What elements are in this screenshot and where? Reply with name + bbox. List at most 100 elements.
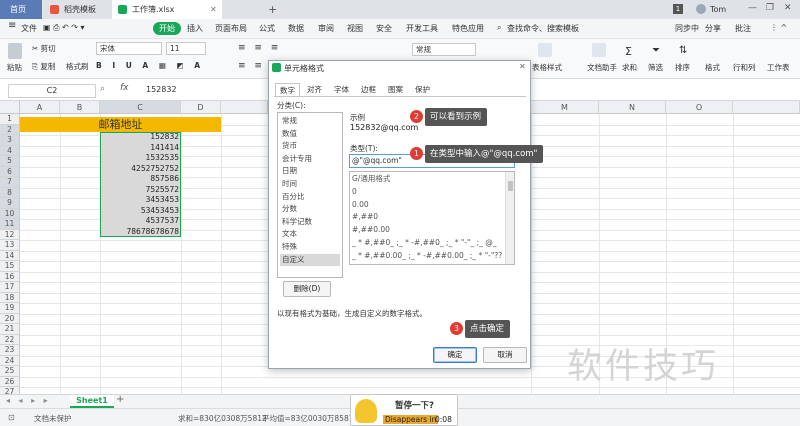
row-header[interactable]: 15 bbox=[0, 261, 20, 272]
menu-review[interactable]: 审阅 bbox=[318, 23, 334, 34]
undo-icons[interactable]: ▣ ⎙ ↶ ↷ ▾ bbox=[43, 23, 85, 33]
type-item[interactable]: _ * #,##0.00_ ;_ * -#,##0.00_ ;_ * "-"??… bbox=[352, 250, 502, 263]
row-header[interactable]: 3 bbox=[0, 135, 20, 146]
row-header[interactable]: 12 bbox=[0, 229, 20, 240]
col-header-d[interactable]: D bbox=[181, 101, 221, 114]
type-item[interactable]: G/通用格式 bbox=[352, 173, 502, 186]
row-header[interactable]: 25 bbox=[0, 366, 20, 377]
sort-button[interactable]: 排序 bbox=[675, 62, 690, 73]
align-buttons[interactable]: ≡ ≡ ≡ bbox=[238, 43, 281, 53]
row-header[interactable]: 8 bbox=[0, 187, 20, 198]
font-select[interactable]: 宋体 bbox=[96, 42, 162, 55]
table-cell[interactable]: 78678678678 bbox=[100, 227, 181, 238]
menu-page-layout[interactable]: 页面布局 bbox=[215, 23, 247, 34]
row-header[interactable]: 10 bbox=[0, 208, 20, 219]
row-header[interactable]: 4 bbox=[0, 145, 20, 156]
table-cell[interactable]: 152832 bbox=[100, 132, 181, 143]
category-item[interactable]: 特殊 bbox=[280, 241, 340, 253]
select-all-corner[interactable] bbox=[0, 101, 20, 114]
sheet-tab-sheet1[interactable]: Sheet1 bbox=[70, 395, 114, 408]
menu-developer[interactable]: 开发工具 bbox=[406, 23, 438, 34]
menu-view[interactable]: 视图 bbox=[347, 23, 363, 34]
category-item[interactable]: 日期 bbox=[280, 165, 340, 177]
category-item[interactable]: 常规 bbox=[280, 115, 340, 127]
type-item[interactable]: _ * #,##0_ ;_ * -#,##0_ ;_ * "-"_ ;_ @_ bbox=[352, 237, 502, 250]
row-header[interactable]: 11 bbox=[0, 219, 20, 230]
pause-popup[interactable]: 暂停一下? Disappears in 0:08 bbox=[350, 394, 458, 426]
table-style-icon[interactable] bbox=[538, 43, 552, 57]
sum-button[interactable]: 求和 bbox=[622, 62, 637, 73]
category-item[interactable]: 货币 bbox=[280, 140, 340, 152]
avatar[interactable] bbox=[696, 4, 706, 14]
row-header[interactable]: 26 bbox=[0, 376, 20, 387]
menu-special[interactable]: 特色应用 bbox=[452, 23, 484, 34]
category-item[interactable]: 时间 bbox=[280, 178, 340, 190]
menu-file[interactable]: 文件 bbox=[21, 23, 37, 34]
table-cell[interactable]: 857586 bbox=[100, 174, 181, 185]
row-header[interactable]: 14 bbox=[0, 250, 20, 261]
new-tab-button[interactable]: + bbox=[262, 0, 277, 19]
search-command[interactable]: 查找命令、搜索模板 bbox=[507, 23, 579, 34]
hamburger-icon[interactable]: ≡ bbox=[8, 20, 16, 31]
col-header-o[interactable]: O bbox=[666, 101, 733, 114]
row-header[interactable]: 22 bbox=[0, 334, 20, 345]
category-item[interactable]: 会计专用 bbox=[280, 153, 340, 165]
row-header[interactable]: 21 bbox=[0, 324, 20, 335]
tab-pattern[interactable]: 图案 bbox=[384, 83, 407, 96]
format-button[interactable]: 格式 bbox=[705, 62, 720, 73]
menu-data[interactable]: 数据 bbox=[288, 23, 304, 34]
paste-button[interactable]: 粘贴 bbox=[7, 62, 22, 73]
category-item[interactable]: 百分比 bbox=[280, 191, 340, 203]
name-box[interactable]: C2 bbox=[8, 84, 96, 98]
fx-icon[interactable]: fx bbox=[120, 83, 129, 93]
col-header-a[interactable]: A bbox=[20, 101, 60, 114]
tab-number[interactable]: 数字 bbox=[275, 83, 300, 96]
more-icon[interactable]: ⋮ ^ bbox=[770, 23, 787, 32]
col-header-m[interactable]: M bbox=[531, 101, 599, 114]
protect-status[interactable]: 文档未保护 bbox=[34, 413, 72, 424]
close-icon[interactable]: ✕ bbox=[210, 0, 217, 19]
col-header-e[interactable] bbox=[221, 101, 268, 114]
close-icon[interactable]: ✕ bbox=[519, 62, 526, 71]
col-header-b[interactable]: B bbox=[60, 101, 100, 114]
delete-button[interactable]: 删除(D) bbox=[283, 281, 331, 297]
close-window-icon[interactable]: ✕ bbox=[784, 3, 792, 13]
tab-border[interactable]: 边框 bbox=[357, 83, 380, 96]
add-sheet-button[interactable]: + bbox=[116, 394, 124, 405]
header-cell-email[interactable]: 邮箱地址 bbox=[20, 117, 221, 132]
number-format-select[interactable]: 常规 bbox=[412, 43, 476, 56]
category-item[interactable]: 自定义 bbox=[280, 253, 340, 266]
sync-status[interactable]: 同步中 bbox=[675, 23, 699, 34]
font-size-select[interactable]: 11 bbox=[166, 42, 206, 55]
rows-cols-button[interactable]: 行和列 bbox=[733, 62, 756, 73]
doc-helper-button[interactable]: 文档助手 bbox=[587, 62, 617, 73]
tab-home[interactable]: 首页 bbox=[0, 0, 42, 19]
menu-formula[interactable]: 公式 bbox=[259, 23, 275, 34]
zoom-icon[interactable]: ⌕ bbox=[100, 84, 105, 94]
row-header[interactable]: 18 bbox=[0, 292, 20, 303]
row-header[interactable]: 17 bbox=[0, 282, 20, 293]
ok-button[interactable]: 确定 bbox=[433, 347, 477, 363]
table-cell[interactable]: 3453453 bbox=[100, 195, 181, 206]
table-cell[interactable]: 1532535 bbox=[100, 153, 181, 164]
font-style-buttons[interactable]: B I U A ▦ ◩ A bbox=[96, 61, 204, 70]
copy-button[interactable]: ⎘ 复制 bbox=[32, 61, 55, 72]
table-cell[interactable]: 141414 bbox=[100, 143, 181, 154]
table-cell[interactable]: 7525572 bbox=[100, 185, 181, 196]
row-header[interactable]: 6 bbox=[0, 166, 20, 177]
table-cell[interactable]: 4252752752 bbox=[100, 164, 181, 175]
type-item[interactable]: #,##0 bbox=[352, 211, 502, 224]
row-header[interactable]: 13 bbox=[0, 240, 20, 251]
sheet-nav-icons[interactable]: ◂ ◂ ▸ ▸ bbox=[6, 396, 51, 405]
table-style-button[interactable]: 表格样式 bbox=[532, 62, 562, 73]
tab-alignment[interactable]: 对齐 bbox=[303, 83, 326, 96]
category-list[interactable]: 常规 数值 货币 会计专用 日期 时间 百分比 分数 科学记数 文本 特殊 自定义 bbox=[277, 112, 343, 278]
filter-icon[interactable]: ⏷ bbox=[652, 45, 660, 56]
row-header[interactable]: 9 bbox=[0, 198, 20, 209]
category-item[interactable]: 文本 bbox=[280, 228, 340, 240]
col-header-c[interactable]: C bbox=[100, 101, 181, 114]
filter-button[interactable]: 筛选 bbox=[648, 62, 663, 73]
row-header[interactable]: 1 bbox=[0, 114, 20, 125]
sort-icon[interactable]: ⇅ bbox=[679, 45, 687, 56]
row-header[interactable]: 23 bbox=[0, 345, 20, 356]
